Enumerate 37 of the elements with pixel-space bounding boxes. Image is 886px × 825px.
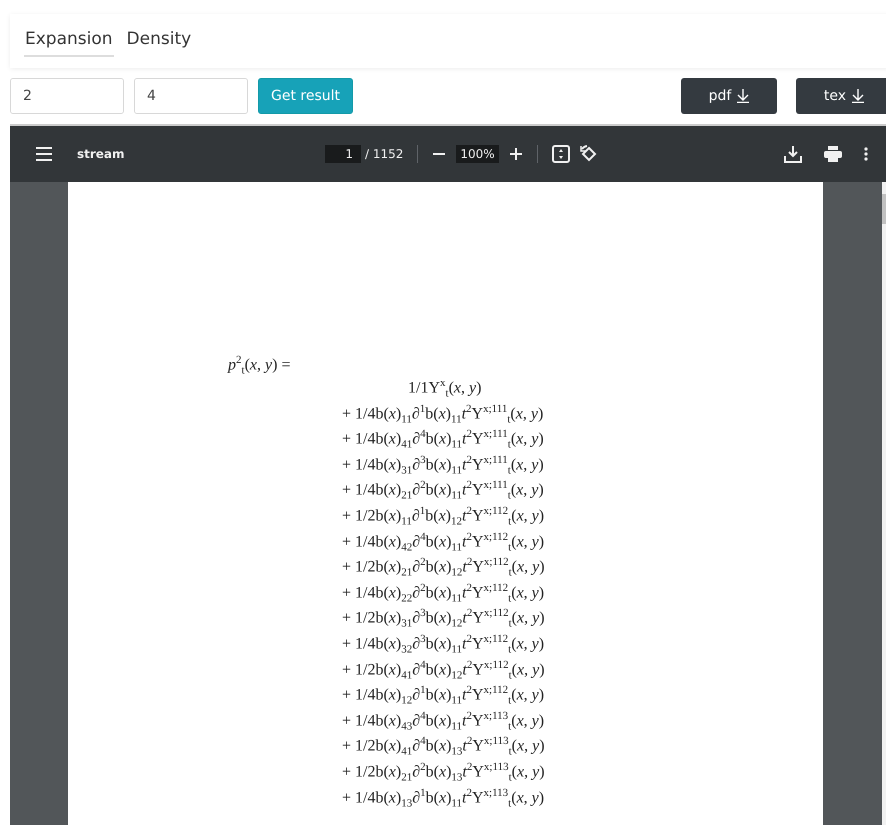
- equation-term: + 1/4b(x)$_{42}$∂$^{4}$b(x)$_{11}$t$^{2}$Υ$^{x;112}$$_{t}$(x, y): [342, 530, 544, 556]
- more-options-icon[interactable]: [864, 147, 868, 161]
- equation-term: + 1/4b(x)$_{31}$∂$^{3}$b(x)$_{11}$t$^{2}$Υ$^{x;111}$$_{t}$(x, y): [342, 454, 544, 478]
- equation-term: + 1/2b(x)$_{41}$∂$^{4}$b(x)$_{13}$t$^{2}$Υ$^{x;113}$$_{t}$(x, y): [342, 735, 545, 760]
- fit-page-icon[interactable]: [552, 145, 570, 163]
- zoom-field[interactable]: 100%: [456, 145, 499, 163]
- equation-term: + 1/2b(x)$_{41}$∂$^{4}$b(x)$_{12}$t$^{2}$Υ$^{x;112}$$_{t}$(x, y): [342, 658, 545, 684]
- input-field[interactable]: 4: [134, 78, 248, 114]
- equation-term: + 1/4b(x)$_{13}$∂$^{1}$b(x)$_{11}$t$^{2}$Υ$^{x;113}$$_{t}$(x, y): [342, 786, 544, 812]
- equation-term: + 1/4b(x)$_{12}$∂$^{1}$b(x)$_{11}$t$^{2}$Υ$^{x;112}$$_{t}$(x, y): [342, 684, 544, 709]
- equation-term: + 1/2b(x)$_{21}$∂$^{2}$b(x)$_{12}$t$^{2}$Υ$^{x;112}$$_{t}$(x, y): [342, 556, 545, 581]
- download-button[interactable]: pdf: [681, 78, 777, 114]
- zoom-in-icon[interactable]: [508, 147, 523, 161]
- input-field[interactable]: 2: [10, 78, 124, 114]
- download-icon[interactable]: [784, 145, 802, 163]
- equation-term: + 1/2b(x)$_{11}$∂$^{1}$b(x)$_{12}$t$^{2}$Υ$^{x;112}$$_{t}$(x, y): [342, 504, 544, 530]
- tab[interactable]: Expansion: [24, 25, 114, 57]
- equation-term: + 1/4b(x)$_{22}$∂$^{2}$b(x)$_{11}$t$^{2}$Υ$^{x;112}$$_{t}$(x, y): [342, 582, 544, 606]
- download-arrow-icon: [852, 89, 864, 103]
- equation-term: 1/1Υ$^{x}$$_{t}$(x, y): [408, 377, 482, 402]
- equation-term: + 1/4b(x)$_{32}$∂$^{3}$b(x)$_{11}$t$^{2}$Υ$^{x;112}$$_{t}$(x, y): [342, 632, 544, 658]
- page-number-field[interactable]: 1: [325, 145, 361, 163]
- tab[interactable]: Density: [126, 25, 192, 57]
- download-button[interactable]: tex: [796, 78, 886, 114]
- print-icon[interactable]: [824, 146, 842, 162]
- document-title: stream: [77, 147, 125, 161]
- equation-lhs: p$^{2}$$_{t}$(x, y) =: [228, 354, 292, 376]
- equation-term: + 1/2b(x)$_{31}$∂$^{3}$b(x)$_{12}$t$^{2}$Υ$^{x;112}$$_{t}$(x, y): [342, 607, 545, 632]
- equation-term: + 1/4b(x)$_{41}$∂$^{4}$b(x)$_{11}$t$^{2}$Υ$^{x;111}$$_{t}$(x, y): [342, 428, 544, 453]
- equation-term: + 1/4b(x)$_{11}$∂$^{1}$b(x)$_{11}$t$^{2}$Υ$^{x;111}$$_{t}$(x, y): [342, 402, 544, 428]
- page-count: / 1152: [365, 147, 404, 161]
- equation-term: + 1/2b(x)$_{21}$∂$^{2}$b(x)$_{13}$t$^{2}$Υ$^{x;113}$$_{t}$(x, y): [342, 760, 545, 786]
- equation-term: + 1/4b(x)$_{21}$∂$^{2}$b(x)$_{11}$t$^{2}$Υ$^{x;111}$$_{t}$(x, y): [342, 479, 544, 504]
- menu-icon[interactable]: [35, 147, 53, 161]
- rotate-icon[interactable]: [580, 145, 598, 163]
- equation-term: + 1/4b(x)$_{43}$∂$^{4}$b(x)$_{11}$t$^{2}$Υ$^{x;113}$$_{t}$(x, y): [342, 710, 544, 734]
- download-arrow-icon: [737, 89, 750, 103]
